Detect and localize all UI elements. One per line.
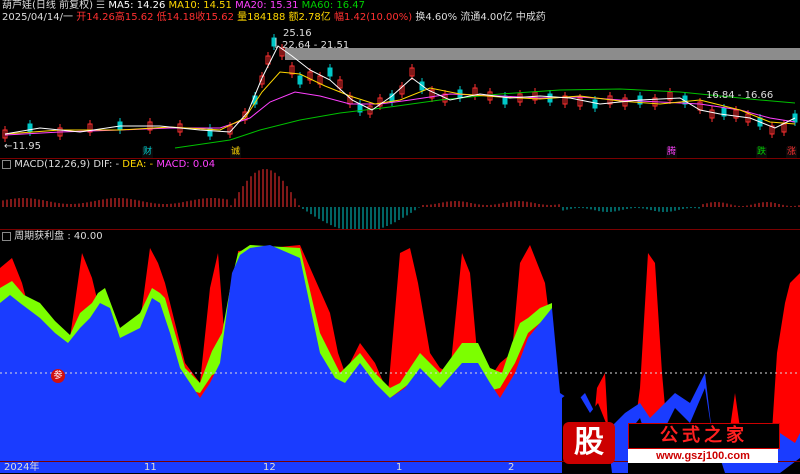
cycle-value: : 40.00 (67, 231, 103, 242)
panel-divider-2 (0, 229, 800, 230)
xaxis-label-12: 12 (263, 462, 276, 473)
ma60-line (174, 88, 796, 149)
event-marker-die[interactable]: 跌 (756, 147, 768, 158)
box-range-label-1: 22.64 - 21.51 (282, 40, 350, 51)
cycle-badge[interactable]: 参 (51, 369, 65, 383)
resistance-band (285, 48, 800, 60)
cycle-name[interactable]: 周期获利盘 (14, 231, 64, 242)
watermark-url: www.gszj100.com (628, 449, 778, 463)
event-marker-teng[interactable]: 腾 (666, 147, 678, 158)
peak-price-label: 25.16 (283, 28, 312, 39)
xaxis-label-2: 2 (508, 462, 515, 473)
cycle-header: 周期获利盘 : 40.00 (2, 231, 103, 243)
event-marker-zhang[interactable]: 涨 (786, 147, 798, 158)
cycle-collapse-icon[interactable] (2, 231, 11, 241)
xaxis-label-year: 2024年 (4, 462, 40, 473)
low-price-label: ←11.95 (4, 141, 42, 152)
event-marker-cheng[interactable]: 诚 (230, 147, 242, 158)
event-marker-cai[interactable]: 财 (142, 147, 154, 158)
xaxis-label-11: 11 (144, 462, 157, 473)
macd-chart[interactable] (0, 160, 800, 230)
macd-histogram (2, 169, 800, 230)
box-range-label-2: 16.84 - 16.66 (706, 90, 774, 101)
price-chart[interactable] (0, 0, 800, 160)
watermark-title: 公式之家 (628, 423, 780, 449)
watermark-logo: 股 (563, 422, 615, 464)
xaxis-label-1: 1 (396, 462, 403, 473)
